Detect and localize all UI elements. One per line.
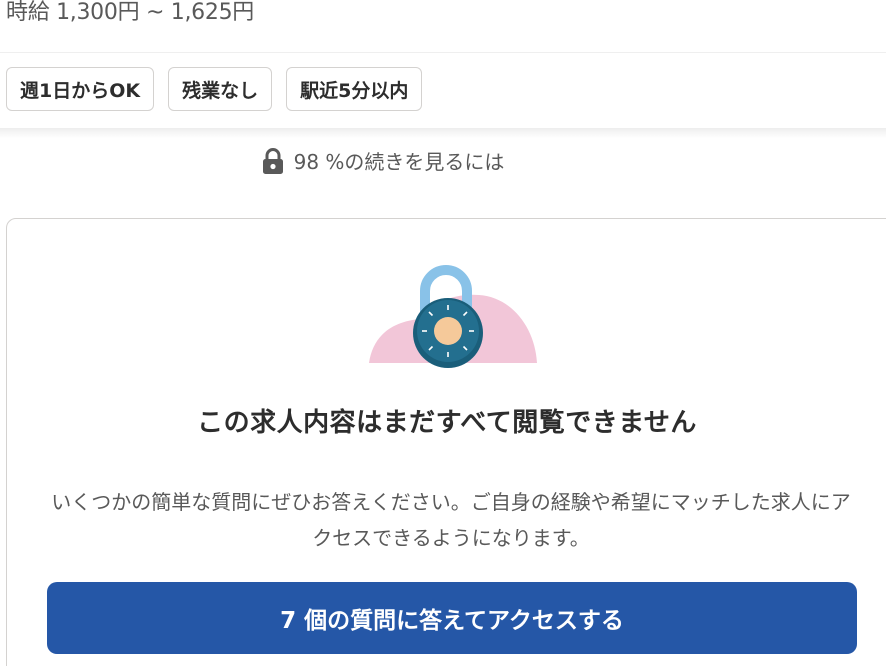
padlock-illustration	[369, 265, 537, 368]
fade-shadow	[0, 128, 886, 138]
remaining-notice: 98 %の続きを見るには	[0, 146, 886, 175]
job-tags: 週1日からOK 残業なし 駅近5分以内	[6, 67, 423, 111]
paywall-title: この求人内容はまだすべて閲覧できません	[197, 408, 697, 438]
divider	[0, 52, 886, 53]
wage-text: 時給 1,300円 ~ 1,625円	[6, 0, 254, 25]
job-page: 時給 1,300円 ~ 1,625円 週1日からOK 残業なし 駅近5分以内 9…	[0, 0, 886, 666]
lock-icon	[262, 147, 283, 174]
answer-questions-button[interactable]: 7 個の質問に答えてアクセスする	[47, 582, 857, 654]
paywall-description: いくつかの簡単な質問にぜひお答えください。ご自身の経験や希望にマッチした求人にア…	[51, 490, 851, 550]
paywall-card: この求人内容はまだすべて閲覧できません いくつかの簡単な質問にぜひお答えください…	[6, 218, 886, 666]
tag-no-overtime: 残業なし	[168, 67, 273, 111]
tag-near-station: 駅近5分以内	[286, 67, 423, 111]
tag-weekly: 週1日からOK	[6, 67, 155, 111]
remaining-text: 98 %の続きを見るには	[293, 150, 505, 174]
